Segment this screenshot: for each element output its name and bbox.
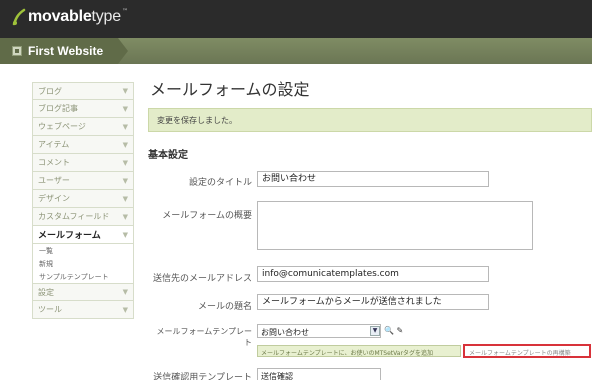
sidebar-item-label: ツール bbox=[38, 305, 62, 314]
brand-name-light: type bbox=[91, 8, 122, 25]
summary-label: メールフォームの概要 bbox=[162, 211, 252, 221]
sidebar-subitem-list[interactable]: 一覧 bbox=[32, 244, 134, 257]
dropdown-arrow-icon[interactable]: ▼ bbox=[370, 326, 380, 336]
site-switcher[interactable]: First Website bbox=[0, 38, 128, 64]
app-logo[interactable]: movable type ™ bbox=[12, 8, 128, 26]
chevron-down-icon: ▼ bbox=[122, 305, 128, 314]
sidebar-subitem-new[interactable]: 新規 bbox=[32, 257, 134, 270]
chevron-down-icon: ▼ bbox=[122, 122, 128, 131]
chevron-down-icon: ▼ bbox=[122, 140, 128, 149]
page-title: メールフォームの設定 bbox=[150, 80, 310, 99]
success-message: 変更を保存しました。 bbox=[148, 108, 592, 132]
sidebar-item-label: コメント bbox=[38, 158, 70, 167]
sidebar-item-label: メールフォーム bbox=[38, 231, 101, 241]
sidebar-item-design[interactable]: デザイン ▼ bbox=[32, 190, 134, 208]
sidebar-item-label: デザイン bbox=[38, 194, 70, 203]
sidebar-item-assets[interactable]: アイテム ▼ bbox=[32, 136, 134, 154]
chevron-down-icon: ▼ bbox=[122, 288, 128, 296]
chevron-down-icon: ▼ bbox=[122, 176, 128, 185]
section-title: 基本設定 bbox=[148, 150, 188, 161]
to-address-input[interactable]: info@comunicatemplates.com bbox=[257, 266, 489, 282]
sidebar-item-label: カスタムフィールド bbox=[38, 212, 110, 221]
sidebar-item-label: ウェブページ bbox=[38, 122, 86, 131]
chevron-down-icon: ▼ bbox=[122, 194, 128, 203]
sidebar-item-label: ブログ記事 bbox=[38, 104, 78, 113]
subject-input[interactable]: メールフォームからメールが送信されました bbox=[257, 294, 489, 310]
trademark-symbol: ™ bbox=[121, 8, 128, 15]
sidebar-nav: ブログ ▼ ブログ記事 ▼ ウェブページ ▼ アイテム ▼ コメント ▼ ユーザー ▼ デザ… bbox=[32, 82, 134, 319]
rebuild-template-button[interactable]: メールフォームテンプレートの再構築 bbox=[463, 344, 591, 358]
chevron-down-icon: ▼ bbox=[122, 158, 128, 167]
site-bar: First Website bbox=[0, 38, 592, 64]
brand-name-bold: movable bbox=[28, 8, 92, 25]
sidebar-item-settings[interactable]: 設定 ▼ bbox=[32, 283, 134, 301]
chevron-down-icon: ▼ bbox=[122, 87, 128, 95]
sidebar-item-label: ユーザー bbox=[38, 176, 70, 185]
sidebar-item-mailform[interactable]: メールフォーム ▼ bbox=[32, 226, 134, 244]
chevron-down-icon: ▼ bbox=[122, 104, 128, 113]
template-link-icons[interactable]: 🔍 ✎ bbox=[384, 326, 403, 335]
main-content: メールフォームの設定 変更を保存しました。 基本設定 bbox=[148, 76, 592, 161]
website-icon bbox=[12, 46, 22, 56]
site-name: First Website bbox=[28, 44, 104, 58]
sidebar-item-users[interactable]: ユーザー ▼ bbox=[32, 172, 134, 190]
sidebar-item-comments[interactable]: コメント ▼ bbox=[32, 154, 134, 172]
confirm-template-select[interactable]: 送信確認 bbox=[257, 368, 381, 380]
sidebar-item-label: アイテム bbox=[38, 140, 70, 149]
sidebar-item-label: ブログ bbox=[38, 86, 62, 96]
sidebar-item-pages[interactable]: ウェブページ ▼ bbox=[32, 118, 134, 136]
sidebar-item-entries[interactable]: ブログ記事 ▼ bbox=[32, 100, 134, 118]
logo-mark-icon bbox=[12, 8, 26, 26]
sidebar-subitem-sample-templates[interactable]: サンプルテンプレート bbox=[32, 270, 134, 283]
template-select[interactable]: お問い合わせ bbox=[257, 324, 381, 338]
to-address-label: 送信先のメールアドレス bbox=[152, 274, 252, 284]
top-bar: movable type ™ bbox=[0, 0, 592, 38]
chevron-down-icon: ▼ bbox=[122, 230, 128, 239]
summary-textarea[interactable] bbox=[257, 201, 533, 250]
sidebar-item-tools[interactable]: ツール ▼ bbox=[32, 301, 134, 319]
subject-label: メールの題名 bbox=[197, 302, 252, 312]
sidebar-item-label: 設定 bbox=[38, 287, 54, 297]
form-title-input[interactable]: お問い合わせ bbox=[257, 171, 489, 187]
add-mtsetvar-button[interactable]: メールフォームテンプレートに、お使いのMTSetVarタグを追加 bbox=[257, 345, 461, 357]
chevron-down-icon: ▼ bbox=[122, 212, 128, 221]
sidebar-item-blog[interactable]: ブログ ▼ bbox=[32, 82, 134, 100]
template-label: メールフォームテンプレート bbox=[156, 327, 252, 347]
sidebar-item-custom-fields[interactable]: カスタムフィールド ▼ bbox=[32, 208, 134, 226]
form-title-label: 設定のタイトル bbox=[188, 178, 252, 188]
confirm-template-label: 送信確認用テンプレート bbox=[153, 373, 252, 380]
